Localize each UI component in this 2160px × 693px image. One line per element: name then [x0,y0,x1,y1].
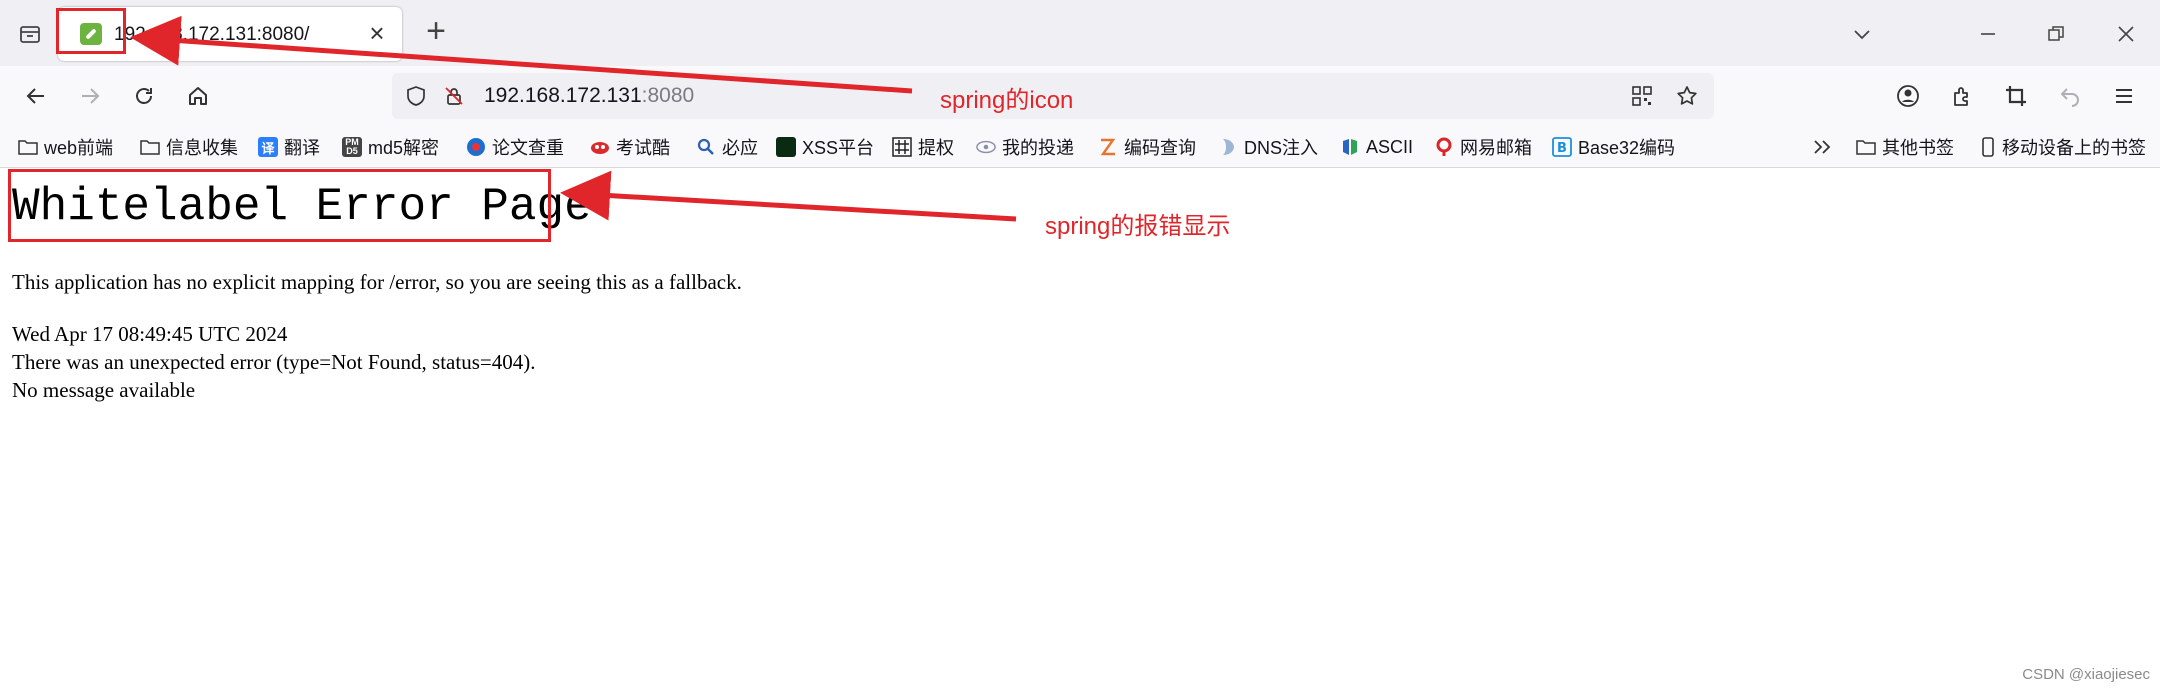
bookmark-encoding[interactable]: 编码查询 [1098,134,1196,160]
bookmark-label: XSS平台 [802,138,875,158]
minimize-icon[interactable] [1972,18,2004,50]
navigation-toolbar: 192.168.172.131:8080 [0,66,2160,126]
other-bookmarks-folder[interactable]: 其他书签 [1856,134,1954,160]
bookmark-translate[interactable]: 译 翻译 [258,134,320,160]
bookmark-label: 其他书签 [1882,138,1954,158]
favicon-annotation-label: spring的icon [940,87,1074,114]
folder-icon [1856,137,1876,157]
translate-icon: 译 [258,137,278,157]
bookmark-dns[interactable]: DNS注入 [1218,134,1318,160]
tab-overflow-chevron-icon[interactable] [1846,18,1878,50]
exam-icon [590,137,610,157]
bookmark-exam[interactable]: 考试酷 [590,134,670,160]
bookmarks-overflow-icon[interactable] [1812,134,1834,160]
ascii-icon [1340,137,1360,157]
bookmark-star-icon[interactable] [1674,83,1700,109]
bookmark-label: DNS注入 [1244,138,1319,158]
url-text[interactable]: 192.168.172.131:8080 [484,84,694,108]
base32-icon: B [1552,137,1572,157]
paper-check-icon [466,137,486,157]
new-tab-icon[interactable]: + [420,14,452,48]
folder-icon [140,137,160,157]
bing-search-icon [696,137,716,157]
bookmark-label: web前端 [44,138,114,158]
reload-icon[interactable] [126,78,162,114]
bookmark-label: ASCII [1366,136,1414,157]
bookmarks-toolbar: web前端 信息收集 译 翻译 PM D5 md5解密 论文查重 考试酷 必应 X… [0,126,2160,168]
bookmark-label: 翻译 [284,138,320,158]
bookmark-xss[interactable]: XSS平台 [776,134,874,160]
bookmark-label: 信息收集 [166,138,238,158]
bookmark-label: 编码查询 [1124,138,1196,158]
tab-close-icon[interactable]: × [364,20,390,47]
md5-icon: PM D5 [342,137,362,157]
bookmark-label: 网易邮箱 [1460,138,1532,158]
error-message: No message available [12,378,196,402]
bookmark-bing[interactable]: 必应 [696,134,758,160]
bookmark-web[interactable]: web前端 [18,134,113,160]
netease-mail-icon [1434,137,1454,157]
insecure-lock-icon[interactable] [442,84,466,108]
folder-icon [18,137,38,157]
error-timestamp: Wed Apr 17 08:49:45 UTC 2024 [12,322,288,346]
bookmark-label: 我的投递 [1002,138,1074,158]
bookmark-paper-check[interactable]: 论文查重 [466,134,564,160]
error-description: This application has no explicit mapping… [12,270,742,294]
mobile-bookmarks-folder[interactable]: 移动设备上的书签 [1978,134,2146,160]
tab-list-icon[interactable] [14,18,46,50]
bookmark-label: md5解密 [368,138,440,158]
page-content [0,169,2160,693]
forward-arrow-icon[interactable] [72,78,108,114]
bookmark-delivery[interactable]: 我的投递 [976,134,1074,160]
bookmark-netease-mail[interactable]: 网易邮箱 [1434,134,1532,160]
bookmark-label: 考试酷 [616,138,670,158]
title-highlight-box [8,169,551,242]
xss-icon [776,137,796,157]
mobile-device-icon [1978,137,1998,157]
bookmark-ascii[interactable]: ASCII [1340,134,1413,160]
home-icon[interactable] [180,78,216,114]
svg-text:B: B [1557,141,1567,156]
tab-strip: 192.168.172.131:8080/ × + [0,0,2160,66]
extensions-icon[interactable] [1944,78,1980,114]
bookmark-base32[interactable]: B Base32编码 [1552,134,1675,160]
bookmark-label: 移动设备上的书签 [2002,138,2146,158]
close-window-icon[interactable] [2110,18,2142,50]
privesc-icon [892,137,912,157]
bookmark-label: 论文查重 [492,138,564,158]
bookmark-privesc[interactable]: 提权 [892,134,954,160]
error-annotation-label: spring的报错显示 [1045,213,1231,240]
favicon-highlight-box [56,8,126,54]
bookmark-label: 必应 [722,138,758,158]
watermark: CSDN @xiaojiesec [2022,666,2150,683]
shield-icon[interactable] [404,84,428,108]
account-icon[interactable] [1890,78,1926,114]
url-port: :8080 [641,84,695,107]
bookmark-label: Base32编码 [1578,138,1676,158]
menu-hamburger-icon[interactable] [2106,78,2142,114]
delivery-icon [976,137,996,157]
back-arrow-icon[interactable] [18,78,54,114]
qr-code-icon[interactable] [1630,84,1654,108]
url-host: 192.168.172.131 [484,84,642,107]
dns-icon [1218,137,1238,157]
restore-icon[interactable] [2040,18,2072,50]
bookmark-label: 提权 [918,138,954,158]
undo-icon[interactable] [2052,78,2088,114]
error-status: There was an unexpected error (type=Not … [12,350,536,374]
encoding-icon [1098,137,1118,157]
bookmark-info-gathering[interactable]: 信息收集 [140,134,238,160]
screenshot-crop-icon[interactable] [1998,78,2034,114]
bookmark-md5[interactable]: PM D5 md5解密 [342,134,439,160]
tab-title: 192.168.172.131:8080/ [114,24,310,45]
